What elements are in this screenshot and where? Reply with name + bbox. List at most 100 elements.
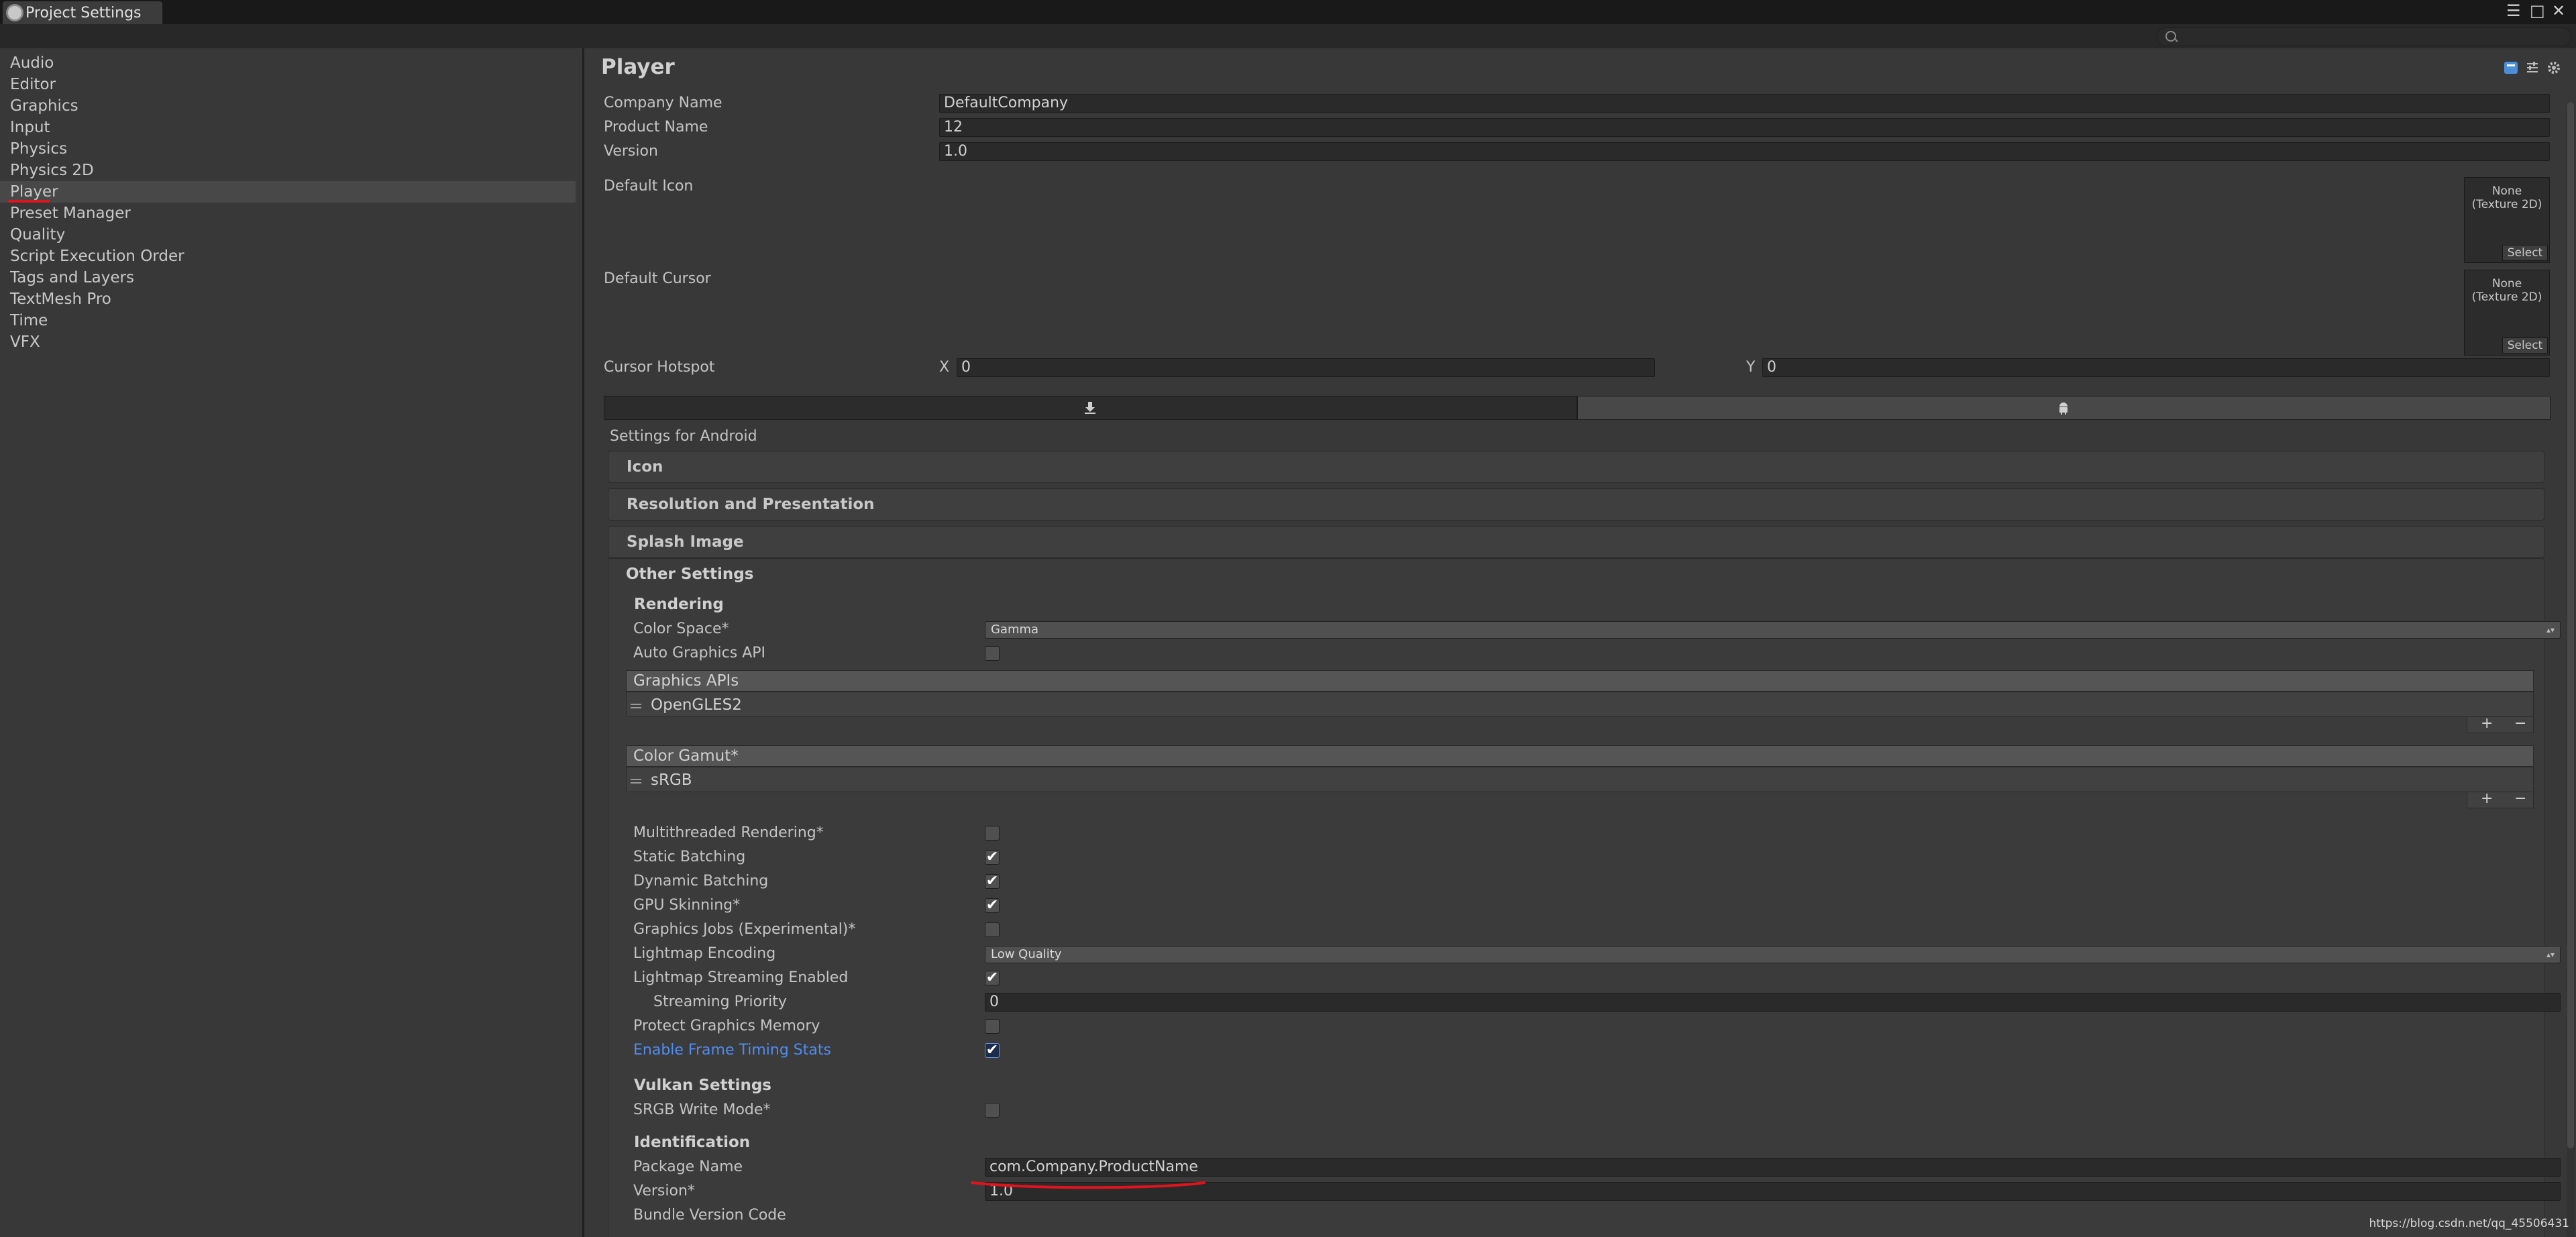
protect-graphics-memory-label: Protect Graphics Memory: [633, 1018, 820, 1034]
cursor-hotspot-label: Cursor Hotspot: [604, 359, 715, 376]
help-icon[interactable]: [2504, 60, 2518, 75]
vulkan-settings-header: Vulkan Settings: [634, 1077, 772, 1094]
section-resolution-presentation[interactable]: Resolution and Presentation: [608, 488, 2544, 521]
sidebar-item-time[interactable]: Time: [0, 310, 576, 331]
section-splash-image[interactable]: Splash Image: [608, 526, 2544, 558]
gear-icon: [8, 6, 21, 19]
sidebar-item-preset-manager[interactable]: Preset Manager: [0, 203, 576, 224]
search-icon: [2165, 31, 2176, 42]
version-field[interactable]: 1.0: [939, 142, 2550, 161]
color-space-value: Gamma: [991, 623, 1039, 637]
other-settings-box: Other Settings Rendering Color Space* Ga…: [608, 558, 2561, 1237]
search-input[interactable]: [2157, 28, 2571, 46]
drag-handle-icon[interactable]: [631, 779, 641, 784]
color-gamut-header: Color Gamut*: [626, 745, 2534, 767]
color-gamut-add-remove: + −: [2467, 792, 2534, 808]
identification-header: Identification: [634, 1134, 751, 1151]
list-item: OpenGLES2: [651, 696, 742, 714]
remove-icon[interactable]: −: [2514, 716, 2526, 731]
enable-frame-timing-stats-label: Enable Frame Timing Stats: [633, 1042, 831, 1059]
auto-graphics-api-checkbox[interactable]: [985, 646, 1000, 661]
static-batching-label: Static Batching: [633, 849, 746, 865]
platform-tab-standalone[interactable]: [604, 396, 1577, 420]
default-cursor-slot[interactable]: None (Texture 2D) Select: [2464, 270, 2550, 356]
scrollbar-track[interactable]: [2567, 102, 2575, 1237]
hotspot-x-field[interactable]: 0: [957, 358, 1655, 377]
settings-gear-icon[interactable]: [2546, 60, 2561, 75]
maximize-icon[interactable]: □: [2530, 1, 2545, 20]
project-settings-tab[interactable]: Project Settings: [3, 1, 162, 24]
sidebar-item-script-execution-order[interactable]: Script Execution Order: [0, 246, 576, 267]
package-name-label: Package Name: [633, 1159, 743, 1175]
section-other-settings[interactable]: Other Settings: [626, 566, 753, 583]
hotspot-y-field[interactable]: 0: [1762, 358, 2550, 377]
dynamic-batching-checkbox[interactable]: ✔: [985, 874, 1000, 889]
graphics-apis-header: Graphics APIs: [626, 670, 2534, 692]
gpu-skinning-label: GPU Skinning*: [633, 897, 741, 914]
default-icon-select-button[interactable]: Select: [2502, 245, 2548, 261]
gpu-skinning-checkbox[interactable]: ✔: [985, 898, 1000, 913]
lightmap-encoding-value: Low Quality: [991, 947, 1062, 961]
enable-frame-timing-stats-checkbox[interactable]: ✔: [985, 1043, 1000, 1058]
streaming-priority-label: Streaming Priority: [653, 993, 787, 1010]
sidebar-item-vfx[interactable]: VFX: [0, 331, 576, 353]
title-bar: Project Settings ☰ □ ✕: [0, 0, 2576, 24]
android-icon: [2059, 402, 2068, 415]
close-icon[interactable]: ✕: [2552, 1, 2565, 20]
srgb-write-mode-label: SRGB Write Mode*: [633, 1101, 771, 1118]
sidebar-item-graphics[interactable]: Graphics: [0, 95, 576, 117]
sidebar-item-quality[interactable]: Quality: [0, 224, 576, 246]
remove-icon[interactable]: −: [2514, 792, 2526, 806]
srgb-write-mode-checkbox[interactable]: [985, 1103, 1000, 1118]
company-name-label: Company Name: [604, 95, 722, 111]
sidebar: Audio Editor Graphics Input Physics Phys…: [0, 48, 582, 1237]
static-batching-checkbox[interactable]: ✔: [985, 850, 1000, 865]
hotspot-y-label: Y: [1746, 359, 1756, 376]
identification-version-label: Version*: [633, 1183, 695, 1199]
sidebar-item-audio[interactable]: Audio: [0, 52, 576, 74]
list-item: sRGB: [651, 771, 692, 789]
product-name-field[interactable]: 12: [939, 118, 2550, 137]
multithreaded-rendering-label: Multithreaded Rendering*: [633, 824, 824, 841]
rendering-header: Rendering: [634, 596, 724, 613]
watermark: https://blog.csdn.net/qq_45506431: [2369, 1217, 2569, 1230]
section-icon[interactable]: Icon: [608, 451, 2544, 483]
graphics-jobs-checkbox[interactable]: [985, 922, 1000, 937]
sidebar-item-input[interactable]: Input: [0, 117, 576, 138]
thumb-type-text: (Texture 2D): [2471, 198, 2542, 211]
dropdown-arrows-icon: ▴▾: [2546, 950, 2555, 959]
default-cursor-select-button[interactable]: Select: [2502, 337, 2548, 354]
protect-graphics-memory-checkbox[interactable]: [985, 1019, 1000, 1034]
lightmap-streaming-checkbox[interactable]: ✔: [985, 971, 1000, 985]
company-name-field[interactable]: DefaultCompany: [939, 94, 2550, 113]
player-settings-panel: Player Company Name DefaultCompany Produ…: [584, 48, 2576, 1237]
multithreaded-rendering-checkbox[interactable]: [985, 826, 1000, 841]
graphics-apis-list[interactable]: OpenGLES2: [626, 692, 2534, 717]
sidebar-item-editor[interactable]: Editor: [0, 74, 576, 95]
color-space-dropdown[interactable]: Gamma ▴▾: [985, 621, 2561, 639]
scrollbar-thumb[interactable]: [2567, 102, 2574, 1148]
identification-version-field[interactable]: 1.0: [985, 1182, 2561, 1201]
download-icon: [1085, 402, 1095, 414]
streaming-priority-field[interactable]: 0: [985, 993, 2561, 1012]
thumb-type-text: (Texture 2D): [2471, 290, 2542, 304]
drag-handle-icon[interactable]: [631, 704, 641, 708]
sidebar-item-physics-2d[interactable]: Physics 2D: [0, 160, 576, 181]
add-icon[interactable]: +: [2481, 716, 2493, 731]
menu-icon[interactable]: ☰: [2506, 1, 2521, 20]
sidebar-item-player[interactable]: Player: [0, 181, 576, 203]
platform-tab-android[interactable]: [1577, 396, 2551, 420]
sidebar-item-physics[interactable]: Physics: [0, 138, 576, 160]
package-name-field[interactable]: com.Company.ProductName: [985, 1158, 2561, 1177]
color-gamut-list[interactable]: sRGB: [626, 767, 2534, 792]
default-icon-slot[interactable]: None (Texture 2D) Select: [2464, 177, 2550, 263]
sidebar-item-textmesh-pro[interactable]: TextMesh Pro: [0, 288, 576, 310]
preset-icon[interactable]: [2525, 60, 2540, 75]
page-title: Player: [601, 55, 675, 79]
lightmap-encoding-dropdown[interactable]: Low Quality ▴▾: [985, 946, 2561, 963]
add-icon[interactable]: +: [2481, 792, 2493, 806]
lightmap-encoding-label: Lightmap Encoding: [633, 945, 776, 962]
sidebar-item-tags-and-layers[interactable]: Tags and Layers: [0, 267, 576, 288]
red-annotation-underline: [971, 1181, 1205, 1189]
hotspot-x-label: X: [939, 359, 950, 376]
